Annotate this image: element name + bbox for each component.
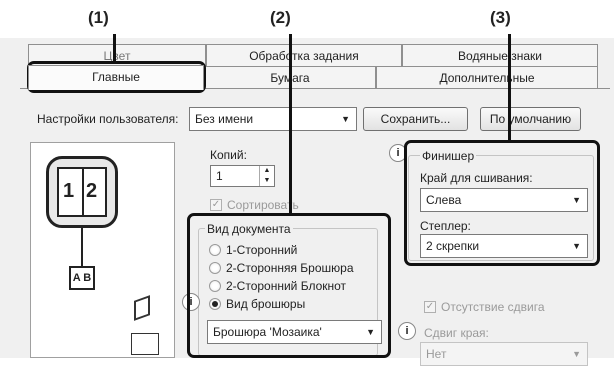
page-preview-icon: 1 2 [46, 156, 118, 228]
page-number-1: 1 [63, 180, 75, 202]
user-settings-select[interactable]: Без имени ▼ [189, 107, 357, 131]
copies-label: Копий: [210, 148, 247, 162]
highlight-document-type [187, 213, 391, 358]
shift-label: Сдвиг края: [424, 326, 489, 340]
no-offset-label: Отсутствие сдвига [441, 300, 545, 314]
callout-1: (1) [88, 8, 109, 27]
collate-label: Сортировать [227, 198, 299, 212]
user-settings-label: Настройки пользователя: [37, 112, 179, 126]
save-button[interactable]: Сохранить... [363, 107, 468, 131]
callout-2: (2) [270, 8, 291, 27]
tab-main[interactable]: Главные [28, 65, 204, 90]
no-offset-checkbox[interactable]: ✓ [424, 301, 436, 313]
leader-1 [113, 34, 116, 61]
tab-watermarks[interactable]: Водяные знаки [402, 44, 598, 66]
highlight-finisher [404, 140, 600, 266]
collate-checkbox[interactable]: ✓ [210, 199, 222, 211]
page-number-2: 2 [86, 180, 98, 202]
callout-3: (3) [490, 8, 511, 27]
chevron-down-icon: ▼ [341, 114, 350, 124]
page-stack-icon [131, 333, 159, 355]
shift-select[interactable]: Нет ▼ [420, 342, 588, 366]
info-icon[interactable]: i [398, 322, 416, 340]
default-button[interactable]: По умолчанию [480, 107, 581, 131]
copies-input[interactable]: 1 ▲ ▼ [210, 165, 275, 187]
booklet-icon [134, 295, 150, 321]
chevron-down-icon: ▼ [572, 349, 581, 359]
leader-2 [289, 34, 292, 213]
book-icon: A B [69, 266, 95, 290]
connector-line [81, 228, 83, 266]
preview-pane: 1 2 A B [30, 142, 175, 358]
tab-job-handling[interactable]: Обработка задания [206, 44, 402, 66]
tab-advanced[interactable]: Дополнительные [376, 66, 598, 88]
leader-3 [508, 34, 511, 140]
spinner-icon[interactable]: ▲ ▼ [259, 166, 274, 186]
